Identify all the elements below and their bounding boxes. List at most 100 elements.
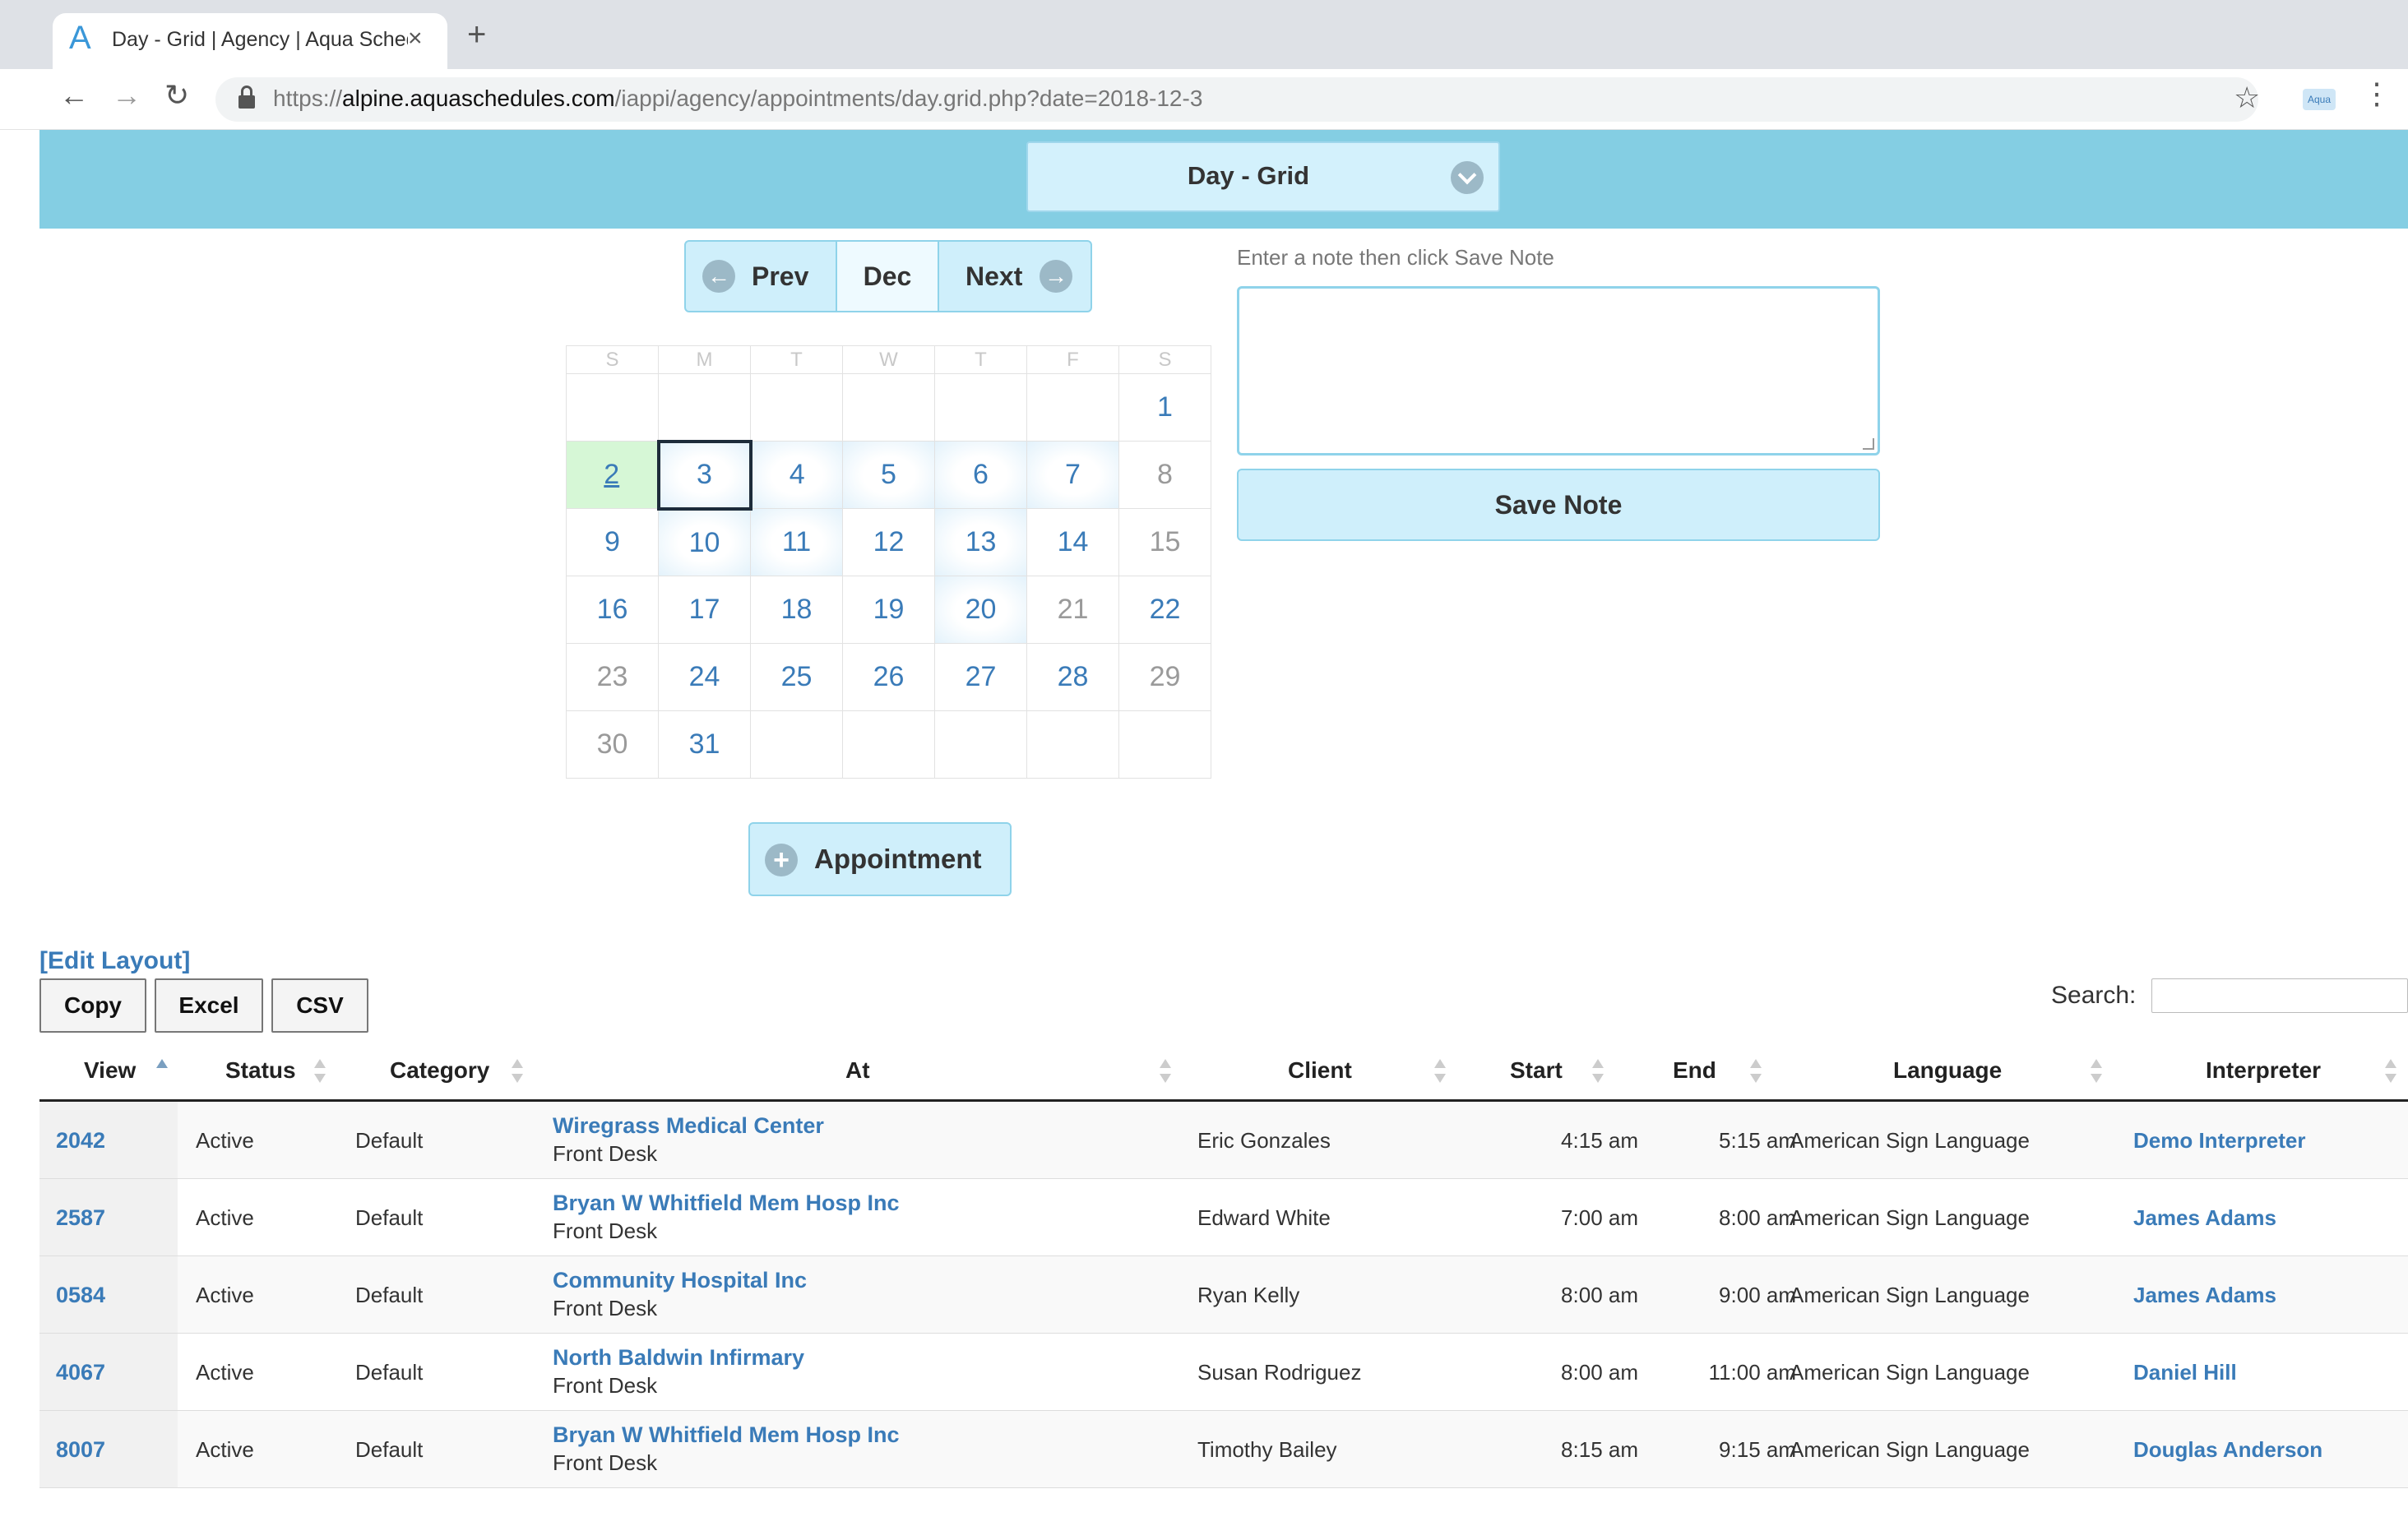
sort-icon[interactable] [1434, 1059, 1446, 1087]
sort-icon[interactable] [1160, 1059, 1171, 1087]
calendar-day[interactable]: 26 [842, 643, 935, 711]
close-icon[interactable]: × [408, 25, 423, 53]
view-link[interactable]: 2042 [56, 1128, 105, 1154]
view-link[interactable]: 4067 [56, 1360, 105, 1385]
location-link[interactable]: Bryan W Whitfield Mem Hosp Inc [553, 1422, 900, 1448]
edit-layout-link[interactable]: [Edit Layout] [39, 947, 190, 975]
calendar: S M T W T F S 1 2 3 4 5 6 7 8 9 10 11 12… [566, 345, 1211, 779]
sort-icon[interactable] [512, 1059, 523, 1087]
save-note-button[interactable]: Save Note [1237, 469, 1880, 541]
url-text[interactable]: https://alpine.aquaschedules.com/iappi/a… [273, 86, 1202, 112]
calendar-day[interactable]: 11 [750, 508, 843, 576]
reload-icon[interactable]: ↻ [164, 81, 189, 110]
column-header-at[interactable]: At [845, 1057, 870, 1084]
calendar-day-today[interactable]: 2 [566, 441, 659, 509]
search-label: Search: [2051, 982, 2137, 1009]
current-month-button[interactable]: Dec [836, 242, 939, 311]
calendar-day[interactable]: 1 [1118, 373, 1211, 442]
calendar-day[interactable]: 13 [934, 508, 1027, 576]
location-link[interactable]: North Baldwin Infirmary [553, 1345, 804, 1371]
next-month-button[interactable]: Next → [939, 242, 1091, 311]
calendar-day[interactable]: 29 [1118, 643, 1211, 711]
view-select[interactable]: Day - Grid [1026, 141, 1500, 212]
copy-button[interactable]: Copy [39, 978, 146, 1033]
calendar-week: 1 [566, 373, 1211, 442]
forward-icon[interactable]: → [112, 81, 141, 110]
calendar-day[interactable]: 5 [842, 441, 935, 509]
calendar-day[interactable]: 18 [750, 576, 843, 644]
calendar-day[interactable]: 24 [658, 643, 751, 711]
extension-icon[interactable]: Aqua [2303, 89, 2336, 110]
calendar-day[interactable]: 28 [1026, 643, 1119, 711]
calendar-day[interactable]: 9 [566, 508, 659, 576]
calendar-day[interactable]: 25 [750, 643, 843, 711]
location-link[interactable]: Community Hospital Inc [553, 1268, 807, 1293]
add-appointment-button[interactable]: + Appointment [748, 822, 1012, 896]
interpreter-link[interactable]: Demo Interpreter [2133, 1128, 2306, 1154]
column-header-status[interactable]: Status [225, 1057, 296, 1084]
calendar-day[interactable]: 23 [566, 643, 659, 711]
calendar-day[interactable]: 22 [1118, 576, 1211, 644]
table-header: View Status Category At Client Start End… [39, 1047, 2408, 1102]
interpreter-link[interactable]: James Adams [2133, 1283, 2276, 1308]
arrow-right-circle-icon: → [1040, 260, 1072, 293]
appointment-label: Appointment [814, 844, 982, 874]
sort-icon[interactable] [1592, 1059, 1604, 1087]
column-header-category[interactable]: Category [390, 1057, 489, 1084]
interpreter-link[interactable]: Douglas Anderson [2133, 1437, 2322, 1463]
sort-icon[interactable] [2385, 1059, 2396, 1087]
sort-icon[interactable] [2091, 1059, 2102, 1087]
back-icon[interactable]: ← [59, 81, 89, 110]
calendar-day[interactable]: 31 [658, 710, 751, 779]
column-header-view[interactable]: View [84, 1057, 136, 1084]
view-link[interactable]: 2587 [56, 1205, 105, 1231]
calendar-day[interactable]: 14 [1026, 508, 1119, 576]
weekday-sat: S [1118, 345, 1211, 374]
calendar-day[interactable]: 12 [842, 508, 935, 576]
sort-icon[interactable] [1750, 1059, 1762, 1087]
browser-tab[interactable]: A Day - Grid | Agency | Aqua Schedules × [53, 13, 447, 69]
calendar-day[interactable]: 8 [1118, 441, 1211, 509]
appointments-table: View Status Category At Client Start End… [39, 1047, 2408, 1488]
calendar-day[interactable]: 19 [842, 576, 935, 644]
bookmark-star-icon[interactable]: ☆ [2234, 81, 2260, 115]
interpreter-link[interactable]: Daniel Hill [2133, 1360, 2237, 1385]
location-link[interactable]: Wiregrass Medical Center [553, 1113, 824, 1139]
calendar-day[interactable]: 4 [750, 441, 843, 509]
calendar-day[interactable]: 30 [566, 710, 659, 779]
column-header-end[interactable]: End [1673, 1057, 1716, 1084]
calendar-day[interactable]: 6 [934, 441, 1027, 509]
prev-month-button[interactable]: ← Prev [686, 242, 836, 311]
interpreter-link[interactable]: James Adams [2133, 1205, 2276, 1231]
column-header-client[interactable]: Client [1288, 1057, 1352, 1084]
calendar-day[interactable]: 7 [1026, 441, 1119, 509]
calendar-day[interactable]: 21 [1026, 576, 1119, 644]
sort-icon[interactable] [314, 1059, 326, 1087]
column-header-start[interactable]: Start [1510, 1057, 1563, 1084]
csv-button[interactable]: CSV [271, 978, 368, 1033]
plus-circle-icon: + [765, 844, 798, 876]
view-link[interactable]: 0584 [56, 1283, 105, 1308]
calendar-week: 9 10 11 12 13 14 15 [566, 508, 1211, 576]
calendar-week: 16 17 18 19 20 21 22 [566, 576, 1211, 644]
column-header-interpreter[interactable]: Interpreter [2206, 1057, 2321, 1084]
calendar-day[interactable]: 15 [1118, 508, 1211, 576]
search-input[interactable] [2151, 978, 2408, 1013]
calendar-day[interactable]: 17 [658, 576, 751, 644]
calendar-day[interactable]: 27 [934, 643, 1027, 711]
view-link[interactable]: 8007 [56, 1437, 105, 1463]
column-header-language[interactable]: Language [1893, 1057, 2002, 1084]
calendar-day-selected[interactable]: 3 [656, 439, 752, 511]
calendar-day[interactable]: 16 [566, 576, 659, 644]
new-tab-icon[interactable]: + [467, 18, 486, 51]
calendar-week: 23 24 25 26 27 28 29 [566, 643, 1211, 711]
sort-asc-icon[interactable] [156, 1059, 168, 1087]
resize-grip-icon[interactable] [1863, 438, 1874, 450]
calendar-day[interactable]: 20 [934, 576, 1027, 644]
calendar-day[interactable]: 10 [658, 508, 751, 576]
excel-button[interactable]: Excel [155, 978, 263, 1033]
calendar-empty-cell [934, 710, 1027, 779]
browser-menu-icon[interactable]: ⋮ [2362, 79, 2392, 109]
note-textarea[interactable] [1237, 286, 1880, 455]
location-link[interactable]: Bryan W Whitfield Mem Hosp Inc [553, 1191, 900, 1216]
